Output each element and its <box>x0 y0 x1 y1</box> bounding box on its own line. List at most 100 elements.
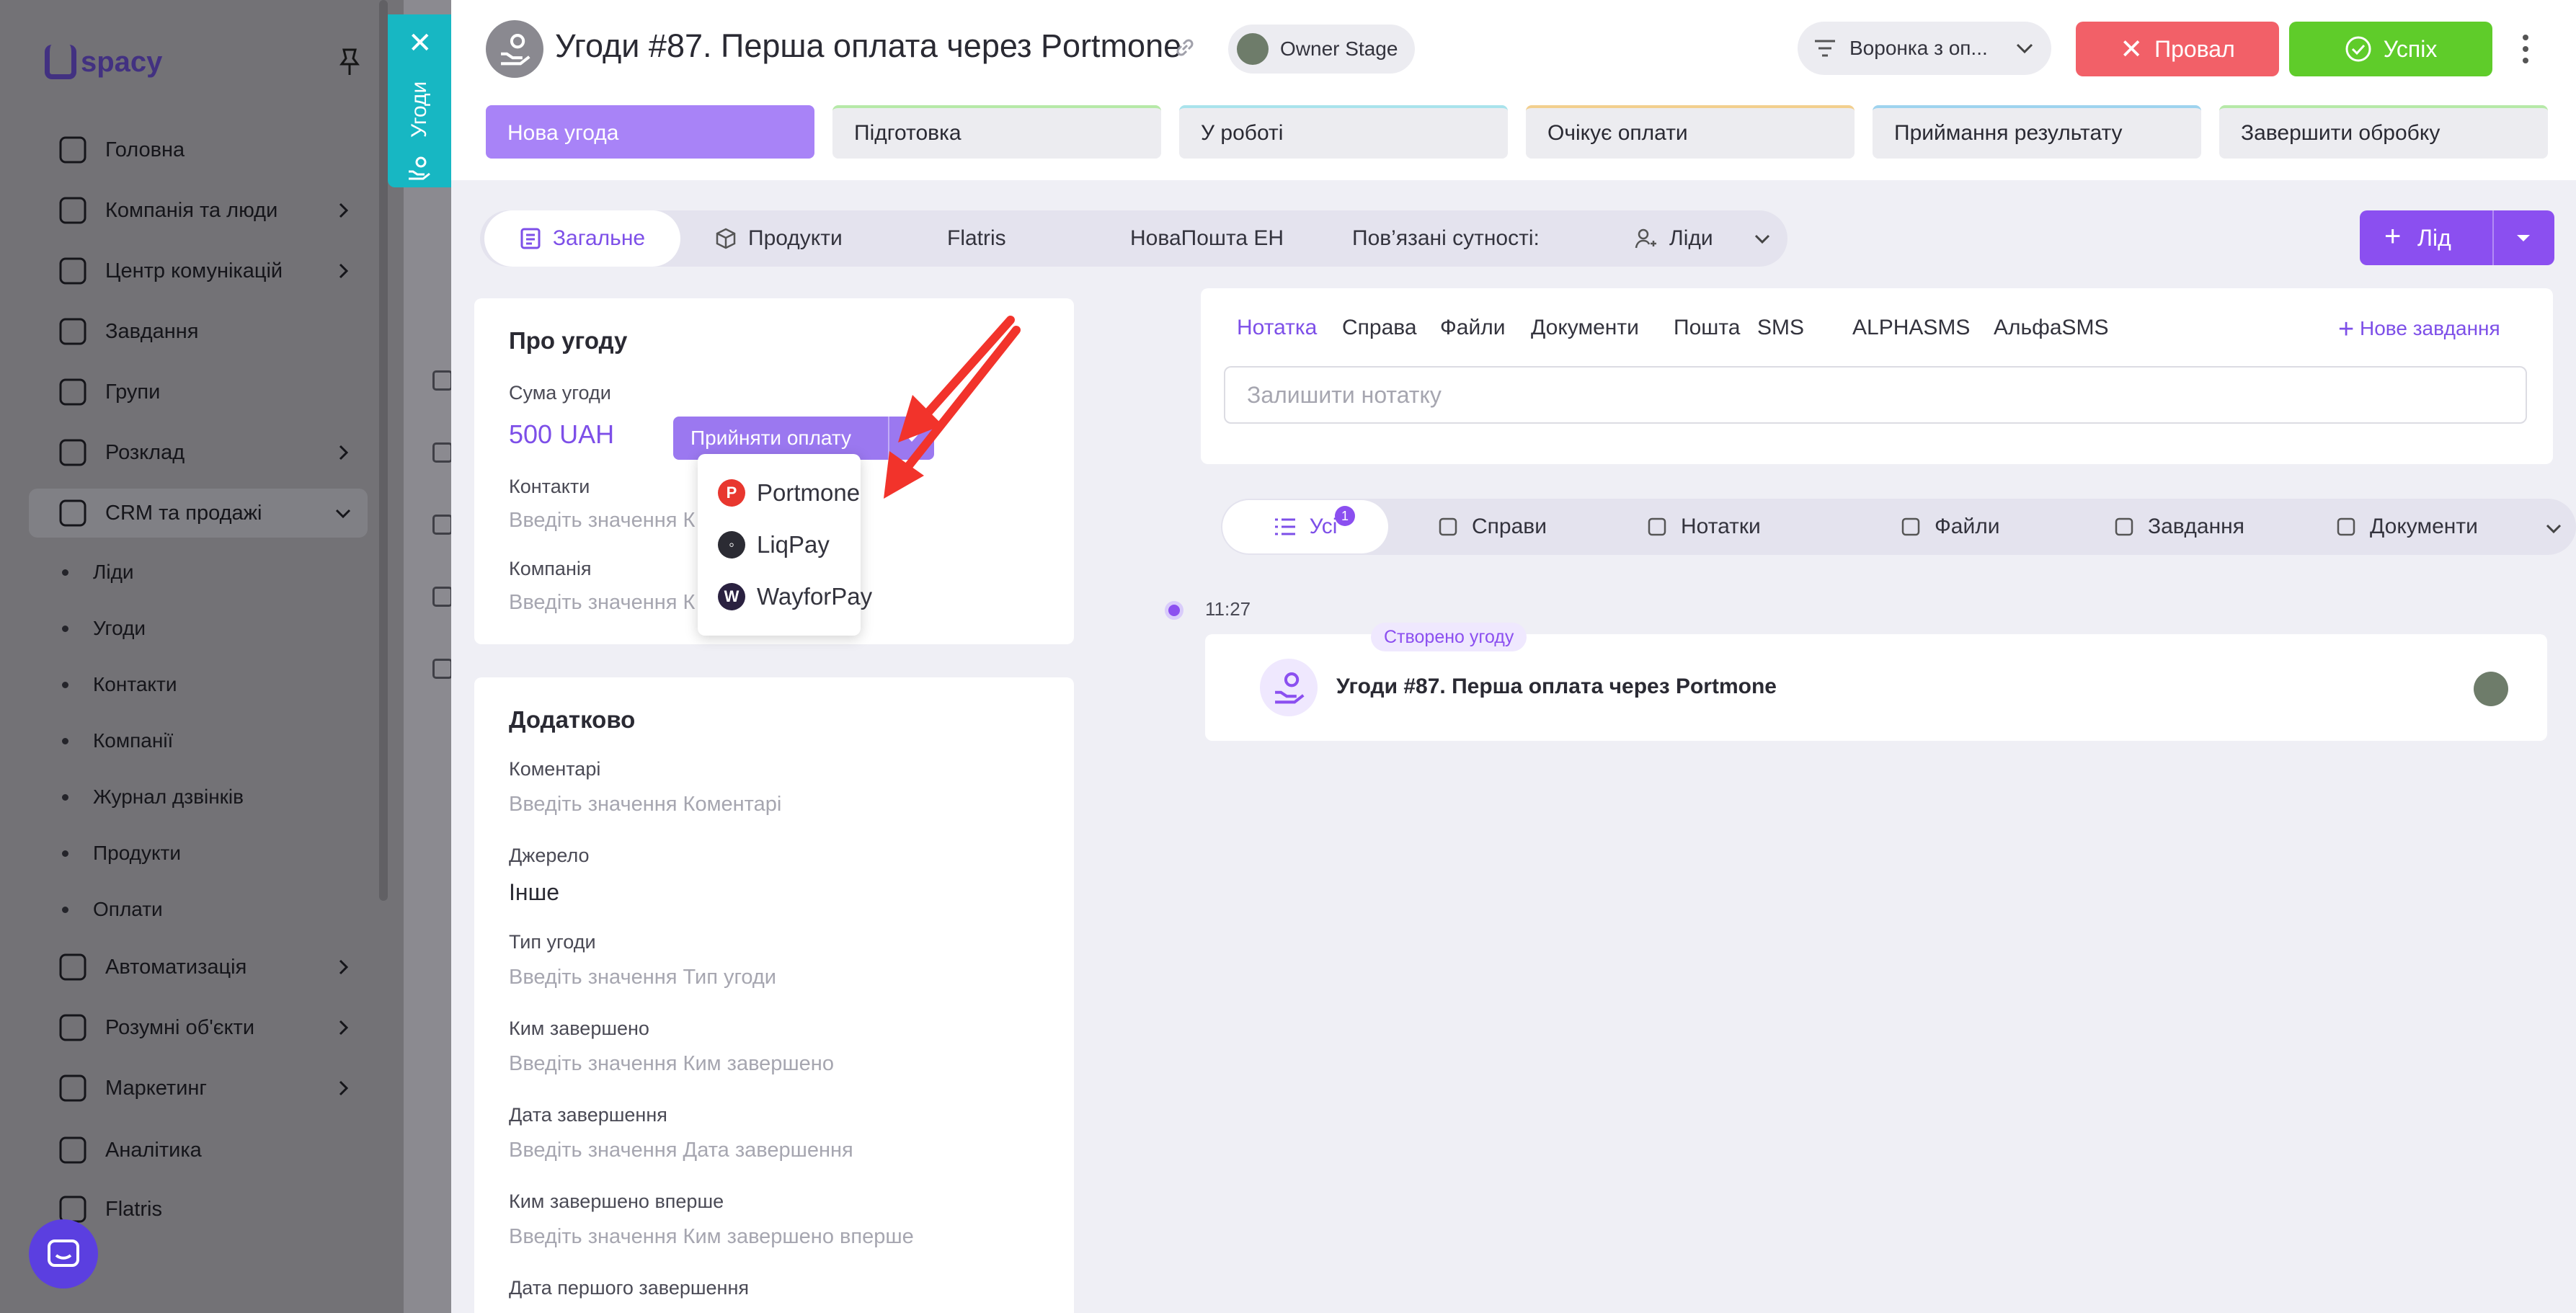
caret-down-icon[interactable] <box>888 417 934 460</box>
feed-tab-2[interactable]: Файли <box>1900 499 2000 555</box>
row-checkbox[interactable] <box>432 587 453 607</box>
payment-option-0[interactable]: P Portmone <box>718 471 860 515</box>
sidebar-item-9[interactable]: Маркетинг <box>29 1064 368 1113</box>
pin-icon[interactable] <box>337 48 362 76</box>
avatar <box>2474 672 2508 706</box>
sidebar-item-4[interactable]: Групи <box>29 368 368 417</box>
sidebar-subitem-5[interactable]: Продукти <box>62 830 336 876</box>
note-tab-5[interactable]: SMS <box>1757 316 1804 340</box>
more-options-icon[interactable] <box>2521 32 2530 66</box>
sidebar-item-2[interactable]: Центр комунікацій <box>29 246 368 295</box>
note-tab-4[interactable]: Пошта <box>1674 316 1740 340</box>
accept-payment-button[interactable]: Прийняти оплату <box>673 417 934 460</box>
deal-icon <box>486 20 543 78</box>
sum-value[interactable]: 500 UAH <box>509 419 614 450</box>
deals-side-tab[interactable]: ✕ Угоди <box>388 14 451 187</box>
feed-filter-tabs: Усі 1 Справи Нотатки Файли Завдання Документ… <box>1221 499 2576 555</box>
row-checkbox[interactable] <box>432 370 453 391</box>
sidebar-item-0[interactable]: Головна <box>29 125 368 174</box>
calendar-icon <box>59 439 86 466</box>
related-entities-select[interactable]: Ліди <box>1635 210 1713 267</box>
stage-1[interactable]: Підготовка <box>832 105 1161 159</box>
note-tab-6[interactable]: ALPHASMS <box>1852 316 1970 340</box>
plus-icon: + <box>2338 314 2355 344</box>
field-input[interactable]: Інше <box>509 879 559 906</box>
sidebar-scrollbar[interactable] <box>379 0 388 901</box>
sidebar-subitem-3[interactable]: Компанії <box>62 718 336 764</box>
sidebar-item-6[interactable]: CRM та продажі <box>29 489 368 538</box>
sidebar-item-3[interactable]: Завдання <box>29 307 368 356</box>
stage-5[interactable]: Завершити обробку <box>2219 105 2548 159</box>
notes-card: + Нове завдання Залишити нотатку Нотатка… <box>1201 288 2553 464</box>
company-input[interactable]: Введіть значення К <box>509 591 695 615</box>
note-tab-1[interactable]: Справа <box>1342 316 1417 340</box>
deal-panel: Угоди #87. Перша оплата через Portmone O… <box>451 0 2576 1313</box>
field-input[interactable]: Введіть значення Коментарі <box>509 793 781 816</box>
note-tab-0[interactable]: Нотатка <box>1237 316 1317 340</box>
timeline-item-title[interactable]: Угоди #87. Перша оплата через Portmone <box>1336 675 1777 699</box>
chevron-down-icon[interactable] <box>1751 228 1773 249</box>
sidebar-subitem-1[interactable]: Угоди <box>62 605 336 651</box>
sidebar-subitem-2[interactable]: Контакти <box>62 662 336 708</box>
stage-4[interactable]: Приймання результату <box>1873 105 2201 159</box>
filter-icon <box>1815 40 1835 57</box>
spacy-logo[interactable]: spacy <box>45 45 162 79</box>
chat-button[interactable] <box>29 1219 98 1288</box>
row-checkbox[interactable] <box>432 442 453 463</box>
feed-tab-1[interactable]: Нотатки <box>1646 499 1761 555</box>
close-icon[interactable]: ✕ <box>408 29 432 58</box>
database-icon <box>59 499 86 527</box>
sidebar-item-1[interactable]: Компанія та люди <box>29 186 368 235</box>
caret-down-icon[interactable] <box>2513 229 2534 246</box>
chevron-right-icon <box>339 202 349 218</box>
lightning-icon <box>59 953 86 981</box>
row-checkbox[interactable] <box>432 659 453 679</box>
stage-3[interactable]: Очікує оплати <box>1526 105 1855 159</box>
groups-icon <box>59 378 86 406</box>
field-input[interactable]: Введіть значення Тип угоди <box>509 966 776 989</box>
deal-hand-icon <box>409 156 430 180</box>
sidebar-item-7[interactable]: Автоматизація <box>29 943 368 992</box>
fail-button[interactable]: ✕ Провал <box>2076 22 2279 76</box>
note-tab-2[interactable]: Файли <box>1440 316 1506 340</box>
row-checkbox[interactable] <box>432 515 453 535</box>
tab-flatris[interactable]: Flatris <box>947 210 1006 267</box>
feed-tab-4[interactable]: Документи <box>2335 499 2478 555</box>
payment-option-2[interactable]: W WayforPay <box>718 575 872 618</box>
note-tab-3[interactable]: Документи <box>1531 316 1639 340</box>
feed-tab-3[interactable]: Завдання <box>2113 499 2244 555</box>
chevron-right-icon <box>339 1020 349 1036</box>
contacts-input[interactable]: Введіть значення К <box>509 509 695 533</box>
tab-general[interactable]: Загальне <box>484 210 680 267</box>
field-label: Ким завершено <box>509 1018 649 1039</box>
sidebar-item-5[interactable]: Розклад <box>29 428 368 477</box>
note-tab-7[interactable]: АльфаSMS <box>1994 316 2109 340</box>
sidebar-subitem-4[interactable]: Журнал дзвінків <box>62 774 336 820</box>
side-tab-label: Угоди <box>407 81 431 138</box>
stage-2[interactable]: У роботі <box>1179 105 1508 159</box>
field-input[interactable]: Введіть значення Дата завершення <box>509 1139 853 1162</box>
note-input[interactable]: Залишити нотатку <box>1224 366 2527 424</box>
payment-option-1[interactable]: ◦ LiqPay <box>718 523 830 566</box>
field-label: Коментарі <box>509 758 601 780</box>
sidebar-subitem-6[interactable]: Оплати <box>62 886 336 933</box>
company-icon <box>59 197 86 224</box>
sidebar-item-8[interactable]: Розумні об'єкти <box>29 1003 368 1052</box>
sidebar-subitem-0[interactable]: Ліди <box>62 549 336 595</box>
chevron-down-icon[interactable] <box>2543 517 2564 539</box>
link-icon[interactable] <box>1172 35 1198 61</box>
field-input[interactable]: Введіть значення Ким завершено вперше <box>509 1225 914 1249</box>
field-input[interactable]: Введіть значення Ким завершено <box>509 1052 834 1076</box>
funnel-select[interactable]: Воронка з оп... <box>1798 22 2051 75</box>
tab-products[interactable]: Продукти <box>715 210 843 267</box>
feed-tab-0[interactable]: Справи <box>1437 499 1547 555</box>
tab-novaposhta[interactable]: НоваПошта ЕН <box>1130 210 1284 267</box>
stage-0[interactable]: Нова угода <box>486 105 814 159</box>
add-lead-button[interactable]: + Лід <box>2360 210 2554 265</box>
sidebar-item-10[interactable]: Аналітика <box>29 1126 368 1175</box>
owner-stage-chip[interactable]: Owner Stage <box>1228 25 1416 74</box>
related-entities-label: Пов’язані сутності: <box>1352 226 1540 250</box>
success-button[interactable]: Успіх <box>2289 22 2492 76</box>
tab-all[interactable]: Усі 1 <box>1222 500 1388 553</box>
new-task-button[interactable]: + Нове завдання <box>2338 314 2500 345</box>
